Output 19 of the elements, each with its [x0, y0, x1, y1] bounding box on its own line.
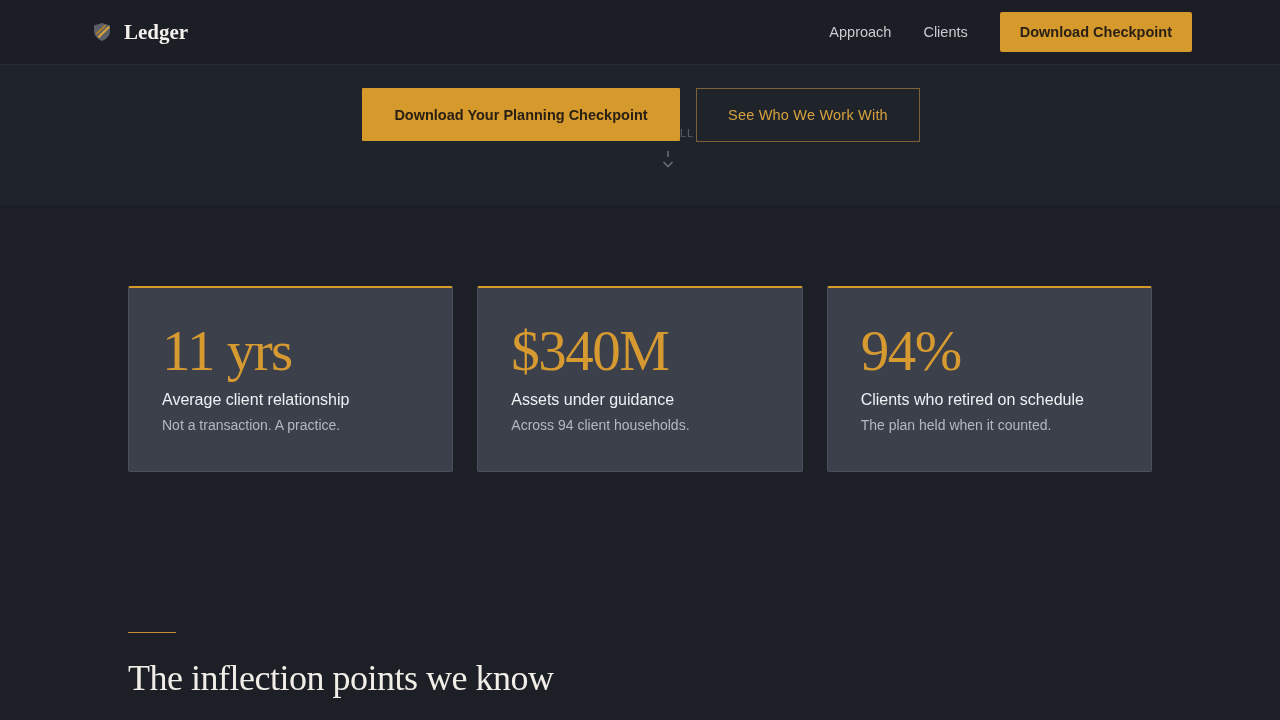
down-arrow-icon — [662, 150, 674, 168]
brand-name[interactable]: Ledger — [124, 19, 189, 45]
see-clients-button[interactable]: See Who We Work With — [696, 88, 920, 142]
nav-link[interactable]: Clients — [923, 24, 968, 40]
stat-label: Clients who retired on schedule — [860, 391, 1085, 409]
stat-value: 11 yrs — [162, 318, 293, 384]
stat-label: Average client relationship — [162, 391, 351, 409]
shield-logo-icon — [94, 23, 110, 41]
download-checkpoint-button[interactable]: Download Checkpoint — [999, 12, 1192, 52]
scroll-hint: LL — [680, 127, 695, 139]
stat-value: $340M — [511, 318, 670, 384]
stat-note: Across 94 client households. — [511, 417, 691, 433]
stat-note: The plan held when it counted. — [860, 417, 1053, 433]
stat-value: 94% — [860, 318, 962, 384]
download-planning-checkpoint-button[interactable]: Download Your Planning Checkpoint — [362, 88, 680, 141]
stat-note: Not a transaction. A practice. — [162, 417, 342, 433]
stat-label: Assets under guidance — [511, 391, 676, 409]
section-heading: The inflection points we know — [128, 657, 554, 699]
nav-link[interactable]: Approach — [829, 24, 892, 40]
